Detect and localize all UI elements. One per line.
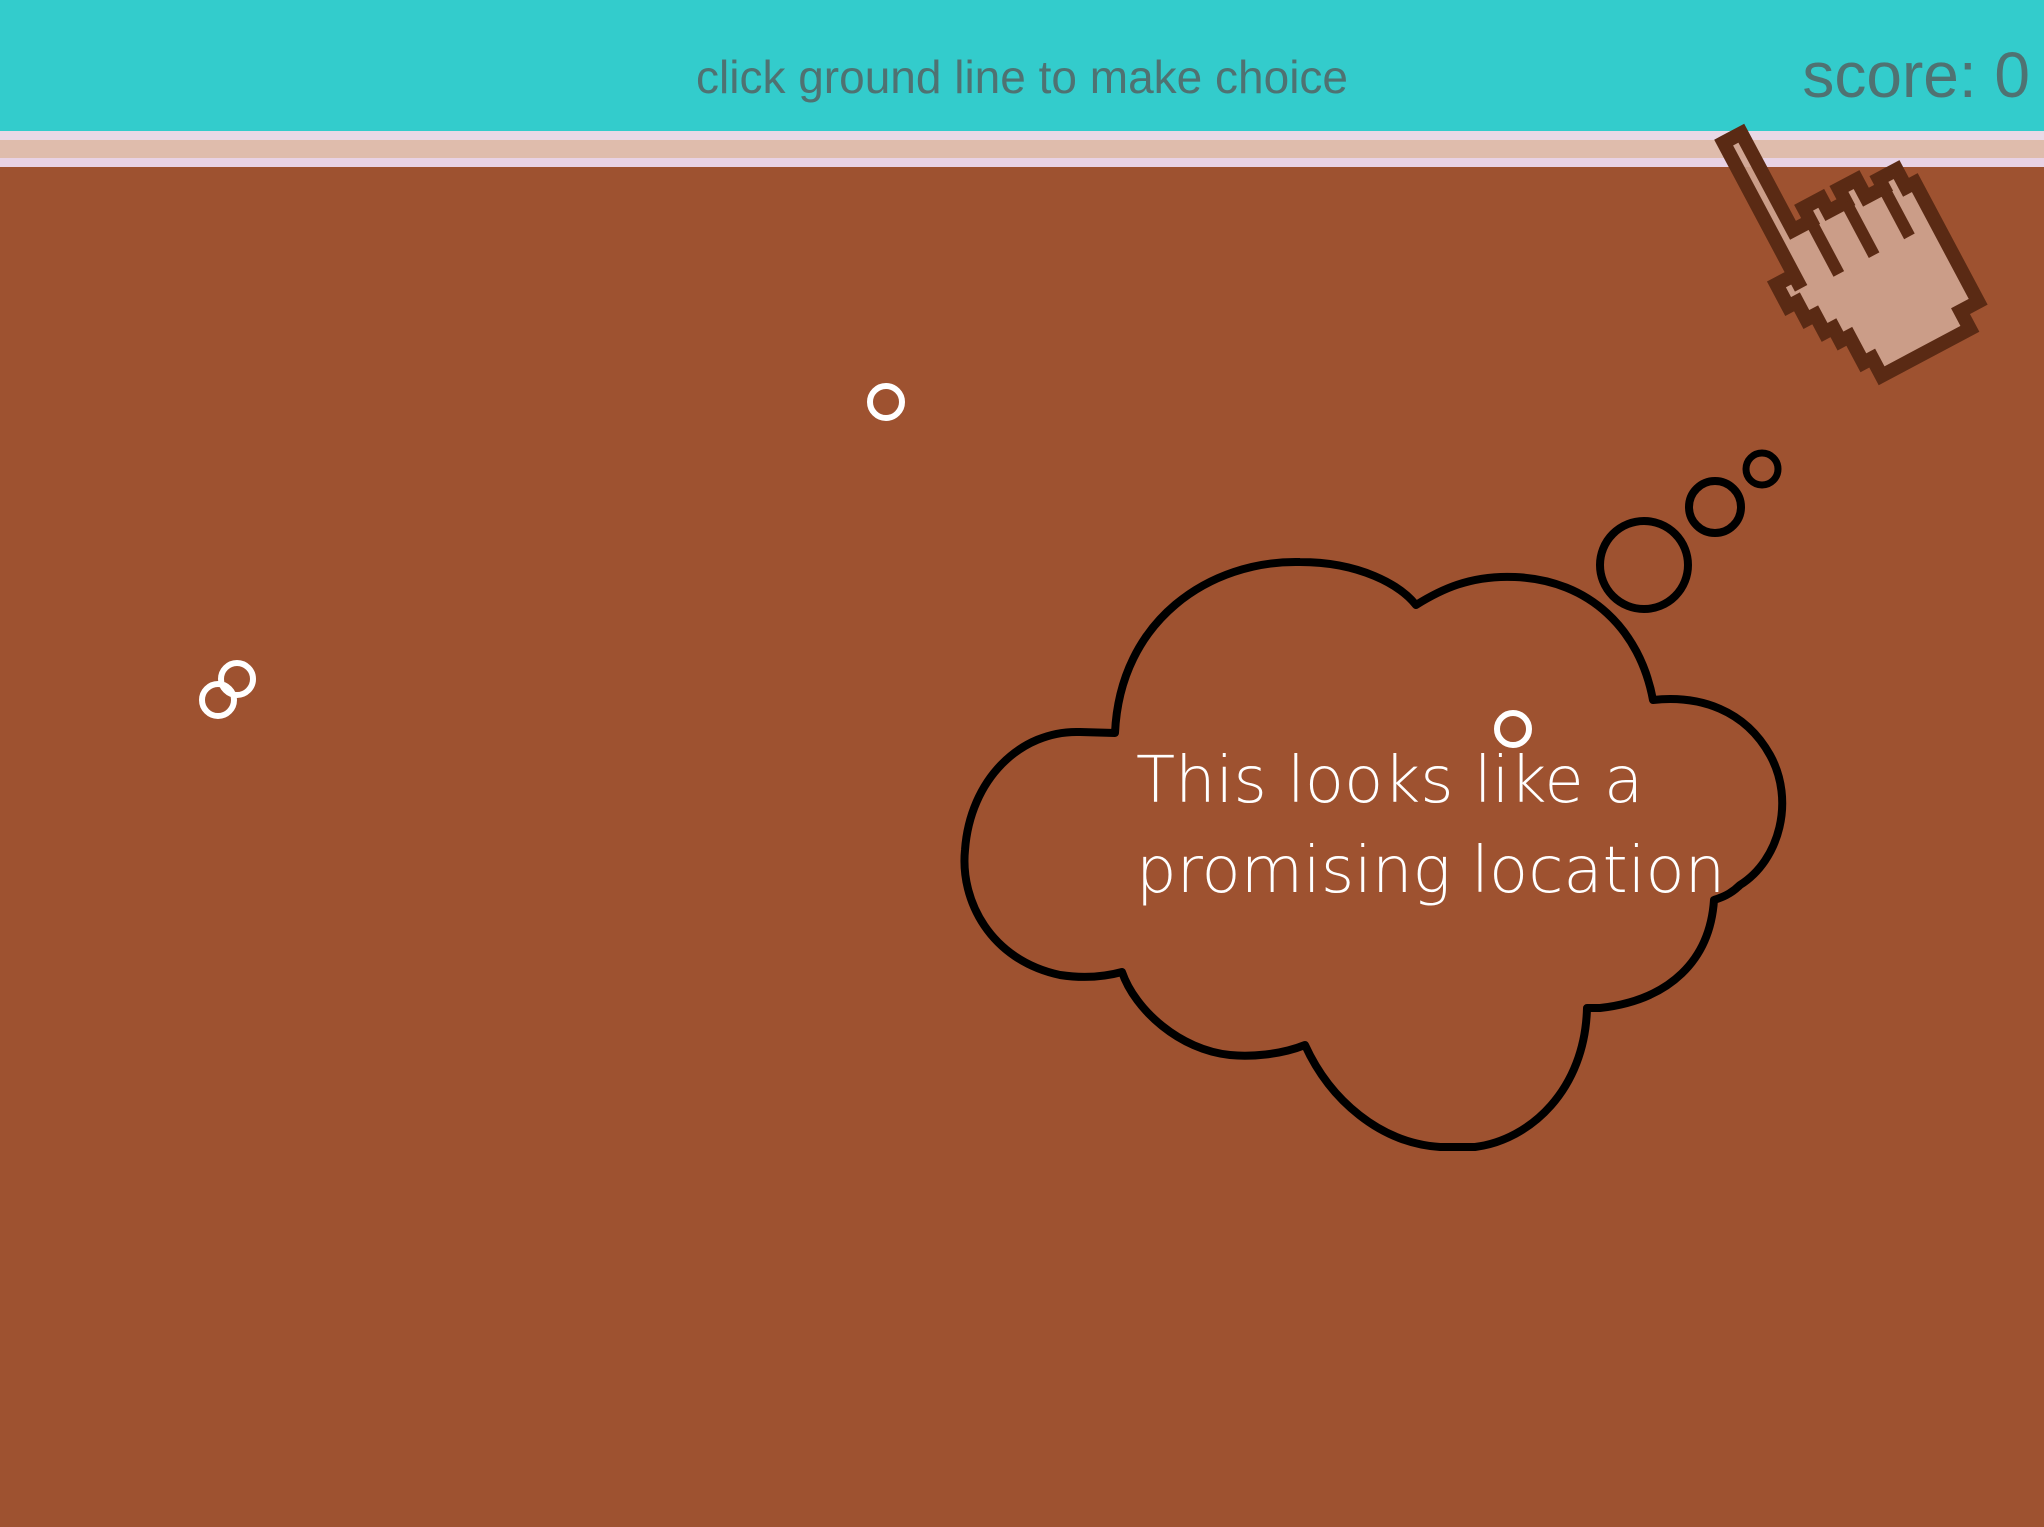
underground-area: [0, 171, 2044, 1527]
thought-line-2: promising location: [1136, 834, 1726, 908]
game-stage: click ground line to make choice score: …: [0, 0, 2044, 1527]
ground-line-highlight: [0, 131, 2044, 140]
thought-message: This looks like a promising location: [1136, 736, 1736, 916]
ground-line-surface: [0, 140, 2044, 158]
ground-line[interactable]: [0, 131, 2044, 171]
thought-line-1: This looks like a: [1136, 744, 1644, 818]
sky-header: click ground line to make choice score: …: [0, 0, 2044, 131]
ground-line-edge: [0, 158, 2044, 167]
instruction-text: click ground line to make choice: [696, 51, 1348, 103]
score-display: score: 0: [1802, 39, 2030, 111]
